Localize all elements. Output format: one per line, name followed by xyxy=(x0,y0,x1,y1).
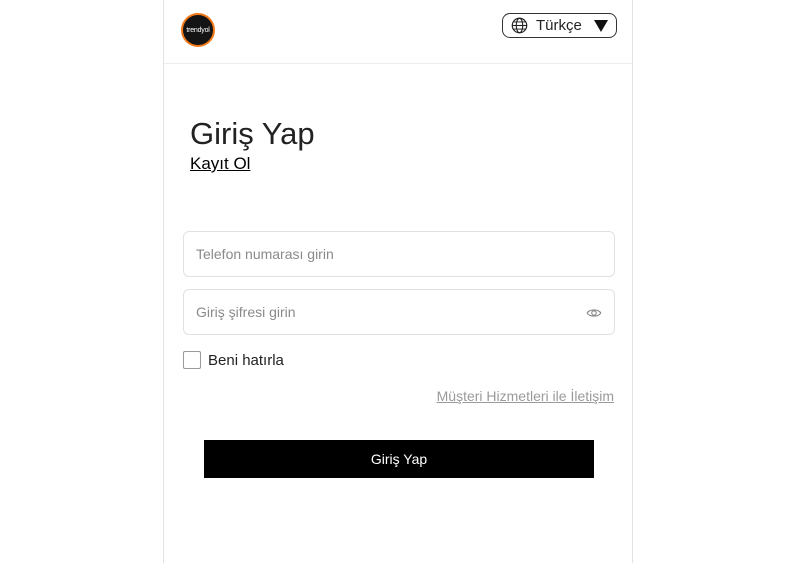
login-button[interactable]: Giriş Yap xyxy=(204,440,594,478)
brand-logo-text: trendyol xyxy=(186,26,210,34)
language-selector[interactable]: Türkçe xyxy=(502,13,617,38)
eye-icon[interactable] xyxy=(586,305,602,321)
caret-down-icon xyxy=(594,19,608,32)
password-input[interactable] xyxy=(184,290,588,334)
customer-support-link[interactable]: Müşteri Hizmetleri ile İletişim xyxy=(437,388,614,404)
brand-logo[interactable]: trendyol xyxy=(181,13,215,47)
phone-input[interactable] xyxy=(184,232,588,276)
top-bar: trendyol Türkçe xyxy=(164,0,632,64)
remember-me[interactable]: Beni hatırla xyxy=(183,351,284,369)
page-title: Giriş Yap xyxy=(190,116,315,151)
password-field[interactable] xyxy=(183,289,615,335)
remember-me-label: Beni hatırla xyxy=(208,351,284,369)
globe-icon xyxy=(511,17,528,34)
language-label: Türkçe xyxy=(536,17,582,34)
login-panel: trendyol Türkçe Giriş Yap Kayıt Ol Telef… xyxy=(163,0,633,563)
signup-link[interactable]: Kayıt Ol xyxy=(190,154,250,174)
remember-me-checkbox[interactable] xyxy=(183,351,201,369)
phone-field[interactable] xyxy=(183,231,615,277)
